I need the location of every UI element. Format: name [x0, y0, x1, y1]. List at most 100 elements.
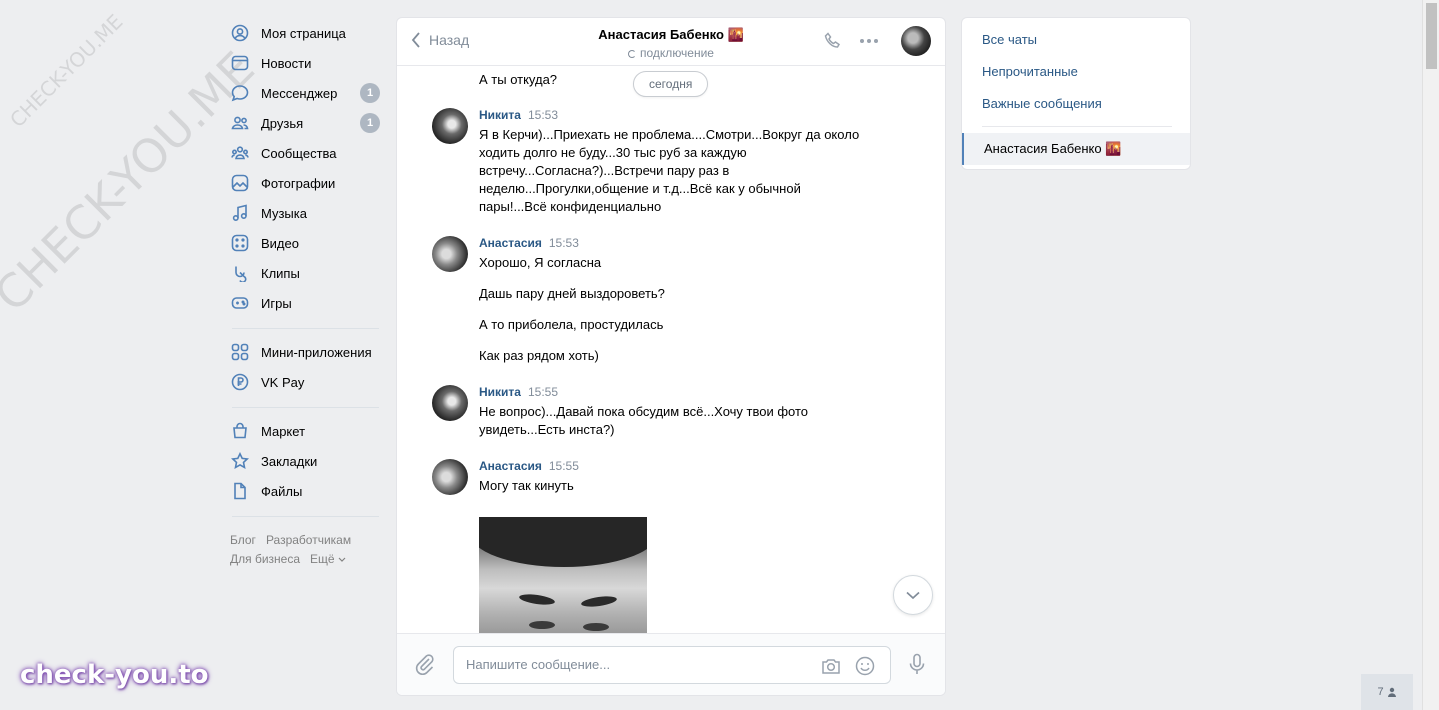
nav-label: Мессенджер: [261, 85, 338, 101]
header-actions: [809, 26, 931, 56]
video-icon: [230, 233, 250, 253]
nav-item-news[interactable]: Новости: [230, 48, 380, 78]
avatar[interactable]: [432, 385, 468, 421]
nav-item-mini-apps[interactable]: Мини-приложения: [230, 337, 380, 367]
nav-item-video[interactable]: Видео: [230, 228, 380, 258]
chat-header: Назад Анастасия Бабенко 🌇 подключение: [397, 18, 945, 66]
nav-item-messenger[interactable]: Мессенджер 1: [230, 78, 380, 108]
avatar[interactable]: [432, 108, 468, 144]
music-icon: [230, 203, 250, 223]
nav-divider: [232, 516, 379, 517]
message-author[interactable]: Анастасия: [479, 459, 542, 473]
games-icon: [230, 293, 250, 313]
nav-label: Маркет: [261, 423, 306, 439]
nav-label: Игры: [261, 295, 292, 311]
message-text: А то приболела, простудилась: [479, 317, 664, 332]
nav-item-clips[interactable]: Клипы: [230, 258, 380, 288]
files-icon: [230, 481, 250, 501]
footer-link-more[interactable]: Ещё: [310, 552, 346, 566]
active-chat-item[interactable]: Анастасия Бабенко 🌇: [962, 133, 1190, 165]
nav-item-market[interactable]: Маркет: [230, 416, 380, 446]
left-nav: Моя страница Новости Мессенджер 1 Друзья…: [230, 18, 380, 569]
footer-link-dev[interactable]: Разработчикам: [266, 533, 351, 547]
emoji-button[interactable]: [854, 655, 876, 677]
online-count: 7: [1377, 686, 1384, 698]
message-group: Анастасия 15:55 Могу так кинуть: [432, 459, 872, 633]
nav-item-friends[interactable]: Друзья 1: [230, 108, 380, 138]
watermark-large: CHECK-YOU.ME: [0, 41, 265, 322]
nav-item-games[interactable]: Игры: [230, 288, 380, 318]
nav-item-vk-pay[interactable]: VK Pay: [230, 367, 380, 397]
apps-icon: [230, 342, 250, 362]
message-text: А ты откуда?: [479, 72, 558, 87]
loading-spinner-icon: [628, 50, 637, 58]
message-author[interactable]: Никита: [479, 385, 521, 399]
footer-more-label: Ещё: [310, 552, 335, 566]
message-icon: [230, 83, 250, 103]
nav-item-bookmarks[interactable]: Закладки: [230, 446, 380, 476]
smile-icon: [855, 656, 875, 676]
peer-status-text: подключение: [640, 46, 714, 60]
voice-message-button[interactable]: [905, 652, 929, 676]
footer-link-business[interactable]: Для бизнеса: [230, 552, 300, 566]
message-history: А ты откуда? сегодня Никита 15:53 Я в Кер…: [397, 67, 945, 633]
market-icon: [230, 421, 250, 441]
attach-button[interactable]: [413, 652, 437, 676]
news-icon: [230, 53, 250, 73]
scroll-down-button[interactable]: [893, 575, 933, 615]
message-text: Могу так кинуть: [479, 478, 574, 493]
message-text: Не вопрос)...Давай пока обсудим всё...Хо…: [479, 404, 809, 437]
nav-label: Видео: [261, 235, 299, 251]
peer-avatar[interactable]: [901, 26, 931, 56]
message-author[interactable]: Никита: [479, 108, 521, 122]
chevron-left-icon: [411, 32, 420, 48]
friends-icon: [230, 113, 250, 133]
nav-label: Моя страница: [261, 25, 346, 41]
nav-item-files[interactable]: Файлы: [230, 476, 380, 506]
message-text: Как раз рядом хоть): [479, 348, 599, 363]
nav-item-communities[interactable]: Сообщества: [230, 138, 380, 168]
nav-label: Закладки: [261, 453, 318, 469]
peer-name[interactable]: Анастасия Бабенко 🌇: [598, 27, 743, 43]
nav-label: Сообщества: [261, 145, 337, 161]
nav-label: Клипы: [261, 265, 300, 281]
message-text: Я в Керчи)...Приехать не проблема....Смо…: [479, 127, 860, 214]
back-button[interactable]: Назад: [411, 32, 469, 48]
chevron-down-icon: [906, 591, 920, 599]
call-button[interactable]: [821, 29, 845, 53]
nav-divider: [232, 328, 379, 329]
nav-label: Друзья: [261, 115, 304, 131]
unread-badge: 1: [360, 83, 380, 103]
camera-button[interactable]: [820, 655, 842, 677]
user-circle-icon: [230, 23, 250, 43]
back-label: Назад: [429, 32, 470, 48]
phone-icon: [824, 32, 840, 48]
message-input-box: [453, 646, 891, 684]
avatar[interactable]: [432, 459, 468, 495]
message-composer: [397, 633, 945, 695]
footer-link-blog[interactable]: Блог: [230, 533, 256, 547]
page-scrollbar[interactable]: [1422, 0, 1439, 710]
message-time: 15:55: [548, 459, 579, 473]
online-friends-button[interactable]: 7: [1361, 674, 1413, 710]
message-group: Анастасия 15:53 Хорошо, Я согласна Дашь п…: [432, 236, 872, 365]
more-button[interactable]: [857, 29, 881, 53]
message-author[interactable]: Анастасия: [479, 236, 542, 250]
filter-all-chats[interactable]: Все чаты: [962, 23, 1190, 55]
filter-important[interactable]: Важные сообщения: [962, 87, 1190, 119]
nav-item-music[interactable]: Музыка: [230, 198, 380, 228]
date-divider[interactable]: сегодня: [633, 71, 709, 97]
message-input[interactable]: [466, 657, 806, 672]
avatar[interactable]: [432, 236, 468, 272]
message-time: 15:53: [548, 236, 579, 250]
filter-unread[interactable]: Непрочитанные: [962, 55, 1190, 87]
message-group: Никита 15:53 Я в Керчи)...Приехать не про…: [432, 108, 872, 216]
photo-attachment[interactable]: [479, 517, 647, 633]
scrollbar-thumb[interactable]: [1426, 3, 1437, 69]
person-icon: [1387, 687, 1396, 697]
nav-item-my-page[interactable]: Моя страница: [230, 18, 380, 48]
nav-label: Мини-приложения: [261, 344, 372, 360]
nav-item-photos[interactable]: Фотографии: [230, 168, 380, 198]
watermark-brand: check-you.to: [20, 660, 209, 690]
chat-filters-panel: Все чаты Непрочитанные Важные сообщения …: [961, 17, 1191, 170]
